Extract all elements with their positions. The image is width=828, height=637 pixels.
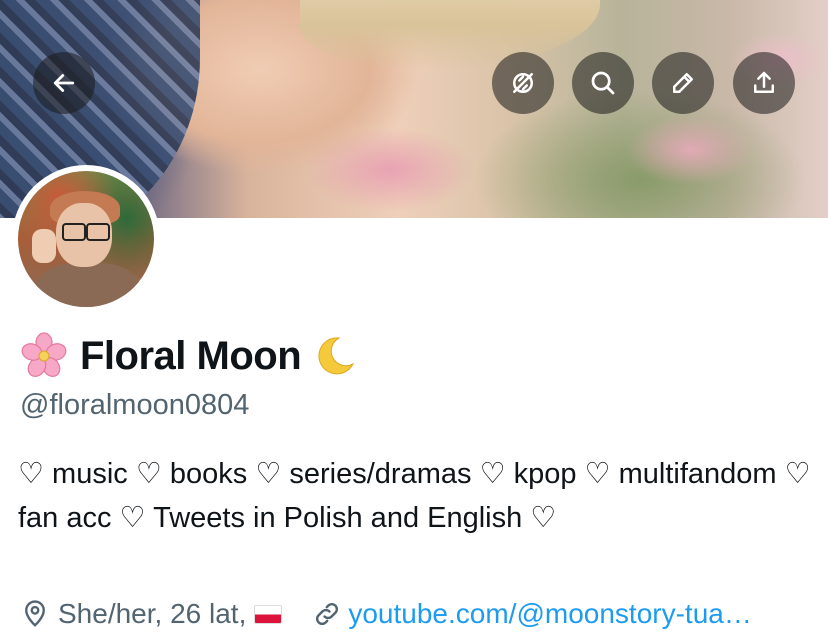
back-button[interactable]	[33, 52, 95, 114]
profile-bio: ♡ music ♡ books ♡ series/dramas ♡ kpop ♡…	[18, 458, 811, 534]
link-icon	[316, 602, 339, 626]
cherry-blossom-icon	[20, 332, 68, 380]
profile-handle: @floralmoon0804	[20, 389, 250, 421]
avatar[interactable]	[12, 165, 160, 313]
profile-location: She/her, 26 lat,	[58, 598, 247, 629]
profile-website-link[interactable]: youtube.com/@moonstory-tua…	[348, 598, 751, 630]
display-name: Floral Moon	[20, 328, 357, 384]
edit-button[interactable]	[652, 52, 714, 114]
banner-hair	[300, 0, 600, 70]
avatar-hand	[32, 229, 56, 263]
avatar-glasses-left	[62, 223, 86, 241]
share-button[interactable]	[733, 52, 795, 114]
pencil-icon	[673, 73, 693, 93]
crescent-moon-icon	[313, 334, 357, 378]
display-name-text: Floral Moon	[80, 333, 302, 378]
avatar-glasses-right	[86, 223, 110, 241]
location-pin-icon	[25, 600, 45, 627]
profile-meta-row: She/her, 26 lat, youtube.com/@moonstory-…	[20, 594, 820, 634]
avatar-body	[36, 263, 140, 307]
poland-flag-icon	[254, 604, 283, 624]
search-button[interactable]	[572, 52, 634, 114]
avatar-image	[18, 171, 154, 307]
circle-button[interactable]	[492, 52, 554, 114]
share-upload-icon	[754, 71, 774, 93]
circle-slash-icon	[513, 73, 533, 93]
arrow-left-icon	[53, 74, 75, 92]
search-icon	[591, 71, 615, 95]
